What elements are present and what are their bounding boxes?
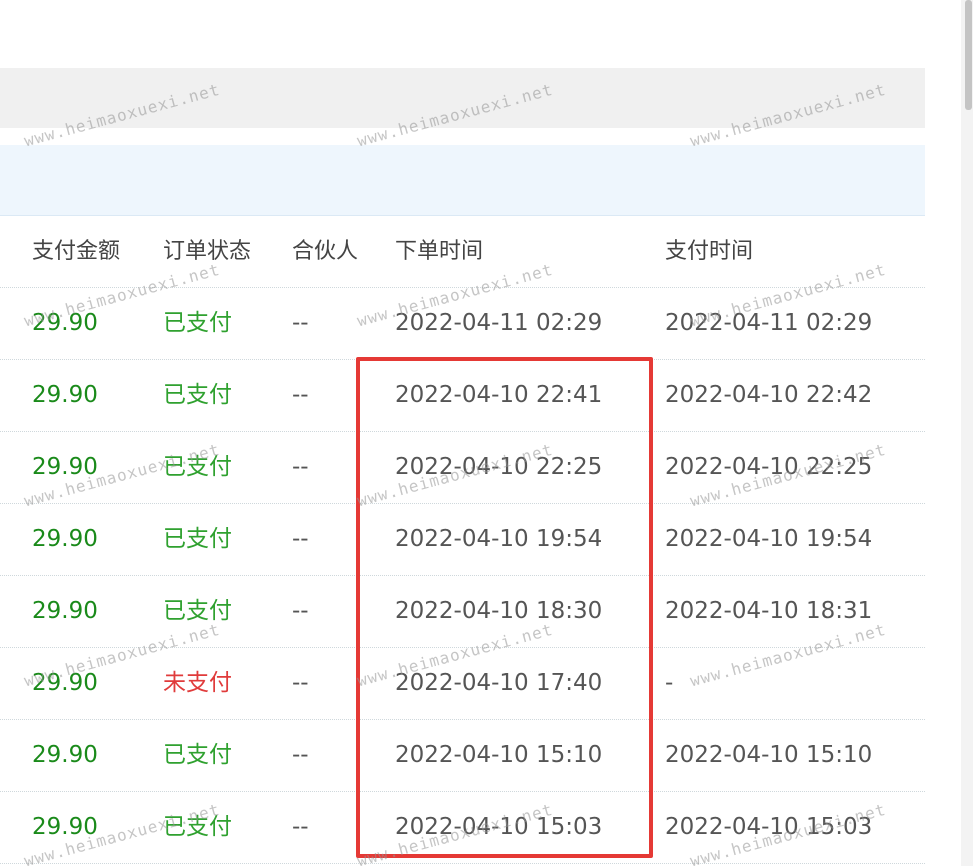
table-row: 29.90 已支付 -- 2022-04-10 18:30 2022-04-10 18:… — [0, 576, 925, 648]
scrollbar-thumb[interactable] — [965, 0, 972, 110]
pay-time-cell: 2022-04-10 15:03 — [665, 814, 873, 840]
status-cell: 已支付 — [163, 814, 232, 840]
amount-cell: 29.90 — [32, 598, 98, 624]
amount-cell: 29.90 — [32, 670, 98, 696]
status-cell: 未支付 — [163, 670, 232, 696]
table-body: 29.90 已支付 -- 2022-04-11 02:29 2022-04-11 02:… — [0, 288, 925, 864]
filter-bar — [0, 145, 925, 216]
header-order-time[interactable]: 下单时间 — [395, 216, 483, 287]
toolbar-bar — [0, 68, 925, 128]
pay-time-cell: 2022-04-10 18:31 — [665, 598, 873, 624]
pay-time-cell: 2022-04-10 22:25 — [665, 454, 873, 480]
order-time-cell: 2022-04-10 18:30 — [395, 598, 603, 624]
partner-cell: -- — [292, 382, 309, 408]
amount-cell: 29.90 — [32, 382, 98, 408]
order-time-cell: 2022-04-10 15:10 — [395, 742, 603, 768]
status-cell: 已支付 — [163, 742, 232, 768]
header-pay-time[interactable]: 支付时间 — [665, 216, 753, 287]
pay-time-cell: 2022-04-11 02:29 — [665, 310, 873, 336]
partner-cell: -- — [292, 598, 309, 624]
partner-cell: -- — [292, 454, 309, 480]
table-row: 29.90 已支付 -- 2022-04-10 19:54 2022-04-10 19:… — [0, 504, 925, 576]
amount-cell: 29.90 — [32, 526, 98, 552]
order-time-cell: 2022-04-10 22:41 — [395, 382, 603, 408]
scrollbar-track[interactable] — [961, 0, 973, 866]
orders-table: 支付金额 订单状态 合伙人 下单时间 支付时间 29.90 已支付 -- 2022-0… — [0, 216, 925, 864]
status-cell: 已支付 — [163, 310, 232, 336]
pay-time-cell: 2022-04-10 22:42 — [665, 382, 873, 408]
pay-time-cell: 2022-04-10 19:54 — [665, 526, 873, 552]
partner-cell: -- — [292, 310, 309, 336]
header-amount[interactable]: 支付金额 — [32, 216, 120, 287]
order-time-cell: 2022-04-11 02:29 — [395, 310, 603, 336]
order-time-cell: 2022-04-10 17:40 — [395, 670, 603, 696]
header-status[interactable]: 订单状态 — [163, 216, 251, 287]
table-row: 29.90 已支付 -- 2022-04-10 22:41 2022-04-10 22:… — [0, 360, 925, 432]
status-cell: 已支付 — [163, 526, 232, 552]
table-row: 29.90 已支付 -- 2022-04-10 15:10 2022-04-10 15:… — [0, 720, 925, 792]
partner-cell: -- — [292, 670, 309, 696]
table-header-row: 支付金额 订单状态 合伙人 下单时间 支付时间 — [0, 216, 925, 288]
amount-cell: 29.90 — [32, 454, 98, 480]
pay-time-cell: 2022-04-10 15:10 — [665, 742, 873, 768]
order-time-cell: 2022-04-10 15:03 — [395, 814, 603, 840]
screenshot-stage: 支付金额 订单状态 合伙人 下单时间 支付时间 29.90 已支付 -- 2022-0… — [0, 0, 973, 866]
partner-cell: -- — [292, 526, 309, 552]
status-cell: 已支付 — [163, 598, 232, 624]
table-row: 29.90 已支付 -- 2022-04-10 15:03 2022-04-10 15:… — [0, 792, 925, 864]
table-row: 29.90 未支付 -- 2022-04-10 17:40 - — [0, 648, 925, 720]
status-cell: 已支付 — [163, 382, 232, 408]
pay-time-cell: - — [665, 670, 674, 696]
table-row: 29.90 已支付 -- 2022-04-11 02:29 2022-04-11 02:… — [0, 288, 925, 360]
partner-cell: -- — [292, 814, 309, 840]
status-cell: 已支付 — [163, 454, 232, 480]
amount-cell: 29.90 — [32, 742, 98, 768]
partner-cell: -- — [292, 742, 309, 768]
table-row: 29.90 已支付 -- 2022-04-10 22:25 2022-04-10 22:… — [0, 432, 925, 504]
order-time-cell: 2022-04-10 22:25 — [395, 454, 603, 480]
amount-cell: 29.90 — [32, 310, 98, 336]
order-time-cell: 2022-04-10 19:54 — [395, 526, 603, 552]
header-partner[interactable]: 合伙人 — [292, 216, 358, 287]
amount-cell: 29.90 — [32, 814, 98, 840]
